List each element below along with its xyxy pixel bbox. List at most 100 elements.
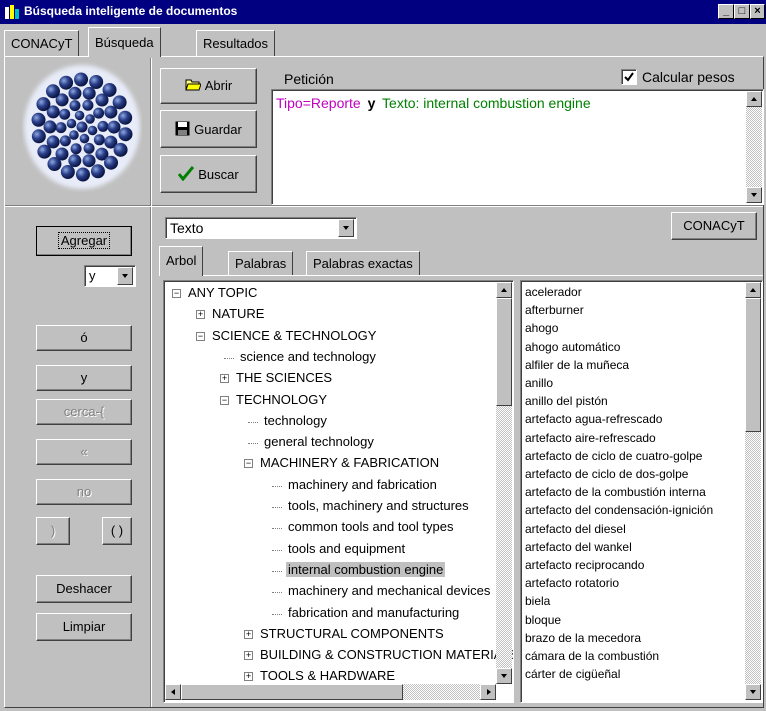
word-list-item[interactable]: anillo del pistón: [525, 394, 608, 408]
words-scroll-up-button[interactable]: [745, 282, 761, 298]
search-button[interactable]: Buscar: [160, 155, 257, 193]
collapse-icon[interactable]: −: [220, 395, 229, 405]
tree-scroll-left-button[interactable]: [165, 684, 181, 700]
word-list-item[interactable]: cárter de cigüeñal: [525, 667, 620, 681]
query-text: Texto: internal combustion engine: [382, 95, 591, 111]
collapse-icon[interactable]: −: [172, 289, 181, 298]
tree-node-label: STRUCTURAL COMPONENTS: [260, 625, 444, 641]
word-list-item[interactable]: artefacto aire-refrescado: [525, 431, 656, 445]
words-list[interactable]: acelerador afterburner ahogo ahogo automáti…: [520, 280, 763, 703]
tree-connector: [272, 485, 282, 487]
tab-words[interactable]: Palabras: [228, 251, 294, 276]
tree-horizontal-scrollbar[interactable]: [165, 684, 496, 700]
tab-exact-words[interactable]: Palabras exactas: [306, 251, 420, 276]
word-list-item[interactable]: artefacto del condensación-ignición: [525, 503, 713, 517]
word-list-item[interactable]: acelerador: [525, 285, 582, 299]
quote-button[interactable]: «: [36, 439, 132, 465]
word-list-item[interactable]: anillo: [525, 376, 553, 390]
expand-icon[interactable]: +: [244, 672, 253, 682]
or-button[interactable]: ó: [36, 325, 132, 351]
request-textarea[interactable]: Tipo=Reporte y Texto: internal combustio…: [271, 89, 764, 205]
tree-vertical-scrollbar[interactable]: [496, 282, 512, 684]
word-list-item[interactable]: biela: [525, 594, 550, 608]
tab-busqueda[interactable]: Búsqueda: [88, 27, 161, 57]
tree-scroll-down-button[interactable]: [496, 668, 512, 684]
expand-icon[interactable]: +: [244, 651, 253, 661]
not-button[interactable]: no: [36, 479, 132, 505]
collapse-icon[interactable]: −: [244, 459, 253, 469]
collapse-icon[interactable]: −: [196, 331, 205, 341]
folder-icon: [185, 78, 202, 91]
logo-icon: [24, 65, 140, 189]
chevron-down-icon: [122, 274, 128, 278]
word-list-item[interactable]: bloque: [525, 613, 561, 627]
tab-conacyt[interactable]: CONACyT: [4, 30, 80, 56]
arrow-left-icon: [171, 689, 175, 695]
word-list-item[interactable]: artefacto de ciclo de dos-golpe: [525, 467, 688, 481]
close-button[interactable]: ×: [750, 4, 765, 19]
scroll-down-button[interactable]: [746, 187, 762, 203]
word-list-item[interactable]: artefacto rotatorio: [525, 576, 619, 590]
undo-button[interactable]: Deshacer: [36, 575, 132, 603]
tree-node-label: tools and equipment: [288, 540, 406, 556]
expand-icon[interactable]: +: [220, 374, 229, 384]
word-list-item[interactable]: artefacto agua-refrescado: [525, 412, 662, 426]
clear-button[interactable]: Limpiar: [36, 613, 132, 641]
tree-scroll-right-button[interactable]: [480, 684, 496, 700]
field-select[interactable]: Texto: [165, 217, 357, 239]
and-button[interactable]: y: [36, 365, 132, 391]
query-type: Tipo=Reporte: [276, 95, 361, 111]
word-list-item[interactable]: artefacto de la combustión interna: [525, 485, 706, 499]
arrow-down-icon: [751, 193, 757, 197]
tree-node-label: BUILDING & CONSTRUCTION MATERIALS: [260, 647, 514, 663]
parens-button[interactable]: ( ): [102, 517, 132, 545]
undo-button-label: Deshacer: [56, 581, 112, 596]
conacyt-button[interactable]: CONACyT: [671, 212, 757, 240]
near-button-label: cerca-{: [63, 404, 105, 419]
not-button-label: no: [76, 484, 92, 499]
close-paren-button[interactable]: ): [36, 517, 70, 545]
open-button[interactable]: Abrir: [160, 68, 257, 104]
expand-icon[interactable]: +: [244, 629, 253, 639]
add-button[interactable]: Agregar: [36, 226, 132, 256]
tab-panel-top: [160, 275, 763, 277]
operator-dropdown-button[interactable]: [117, 267, 133, 285]
tree-node-label: TOOLS & HARDWARE: [260, 668, 396, 684]
word-list-item[interactable]: artefacto del diesel: [525, 522, 626, 536]
near-button[interactable]: cerca-{: [36, 399, 132, 425]
topic-tree[interactable]: − ANY TOPIC + NATURE − SCIENCE & TECHNOLOGY sc…: [163, 280, 514, 703]
word-list-item[interactable]: afterburner: [525, 303, 584, 317]
tab-tree[interactable]: Arbol: [159, 246, 204, 276]
word-list-item[interactable]: brazo de la mecedora: [525, 631, 641, 645]
maximize-icon: □: [738, 5, 746, 17]
field-dropdown-button[interactable]: [338, 219, 354, 237]
word-list-item[interactable]: cámara de la combustión: [525, 649, 659, 663]
word-list-item[interactable]: alfiler de la muñeca: [525, 358, 629, 372]
words-scrollbar[interactable]: [745, 282, 761, 700]
word-list-item[interactable]: artefacto reciprocando: [525, 558, 644, 572]
tree-scroll-up-button[interactable]: [496, 282, 512, 298]
tree-connector: [248, 421, 258, 423]
tree-scroll-thumb[interactable]: [496, 298, 512, 406]
expand-icon[interactable]: +: [196, 310, 205, 320]
tree-node-label: science and technology: [240, 348, 376, 364]
word-list-item[interactable]: artefacto del wankel: [525, 540, 632, 554]
scroll-up-button[interactable]: [746, 91, 762, 107]
calculate-weights-checkbox[interactable]: [621, 69, 637, 85]
words-scroll-down-button[interactable]: [745, 684, 761, 700]
tab-resultados[interactable]: Resultados: [196, 30, 276, 56]
words-scroll-thumb[interactable]: [745, 298, 761, 432]
word-list-item[interactable]: ahogo automático: [525, 340, 620, 354]
tree-hscroll-thumb[interactable]: [181, 684, 403, 700]
add-button-label: Agregar: [57, 232, 111, 249]
request-scrollbar[interactable]: [746, 91, 762, 203]
arrow-down-icon: [501, 674, 507, 678]
and-button-label: y: [80, 370, 88, 385]
tree-node-label: common tools and tool types: [288, 519, 454, 535]
maximize-button[interactable]: □: [734, 4, 750, 19]
word-list-item[interactable]: ahogo: [525, 321, 558, 335]
operator-select[interactable]: y: [84, 265, 136, 287]
minimize-button[interactable]: _: [718, 4, 734, 19]
word-list-item[interactable]: artefacto de ciclo de cuatro-golpe: [525, 449, 702, 463]
save-button[interactable]: Guardar: [160, 110, 257, 148]
